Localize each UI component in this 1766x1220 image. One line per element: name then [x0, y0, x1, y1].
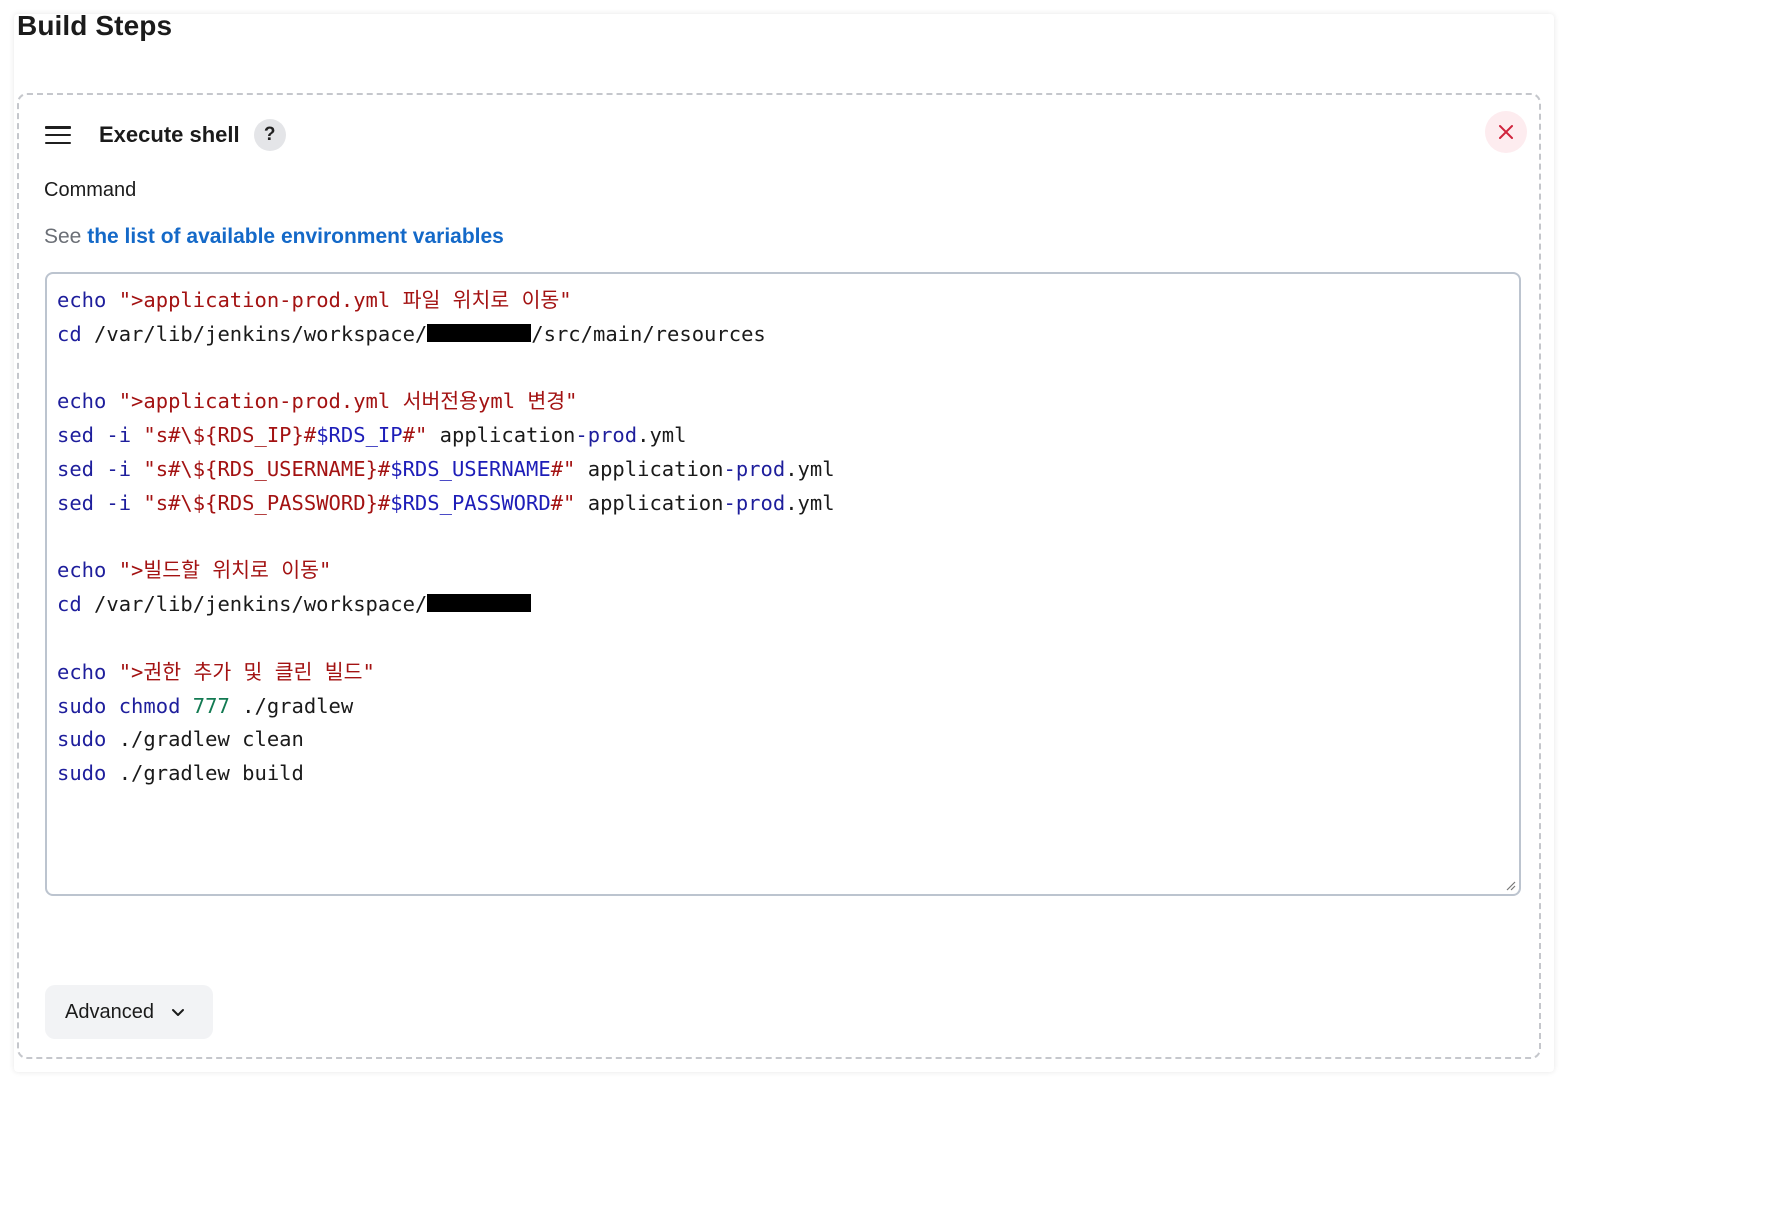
code-line: sudo ./gradlew build: [57, 761, 304, 786]
code-token: sudo: [57, 761, 107, 786]
code-token: echo: [57, 288, 107, 312]
code-line: echo ">권한 추가 및 클린 빌드": [57, 660, 375, 684]
code-token: -prod: [723, 490, 786, 515]
redaction-bar: [427, 323, 532, 342]
code-token: echo: [57, 558, 107, 583]
command-code[interactable]: echo ">application-prod.yml 파일 위치로 이동" c…: [57, 284, 835, 791]
code-token: $RDS_PASSWORD: [390, 490, 551, 515]
code-token: #": [402, 423, 428, 448]
resize-grip-icon[interactable]: [1504, 879, 1516, 891]
close-x-glyph: [1499, 125, 1513, 139]
execute-shell-step: Execute shell ? Command See the list of …: [17, 93, 1541, 1059]
code-line: sed -i "s#\${RDS_IP}#$RDS_IP#" applicati…: [57, 423, 687, 448]
code-token: -prod: [723, 456, 786, 481]
command-label: Command: [44, 179, 137, 201]
step-title: Execute shell: [99, 122, 240, 147]
code-line: echo ">application-prod.yml 파일 위치로 이동": [57, 288, 572, 312]
code-line: sudo chmod 777 ./gradlew: [57, 693, 354, 718]
code-token: $RDS_IP: [316, 423, 403, 448]
code-token: "s#\${RDS_USERNAME}#: [143, 456, 391, 481]
command-editor[interactable]: echo ">application-prod.yml 파일 위치로 이동" c…: [45, 272, 1521, 896]
code-token: sudo: [57, 693, 107, 718]
step-header: Execute shell ?: [45, 117, 286, 153]
code-token: #": [550, 456, 576, 481]
code-token: sudo: [57, 727, 107, 752]
code-token: ">빌드할 위치로 이동": [118, 558, 332, 583]
redaction-bar: [427, 594, 532, 613]
code-line: sed -i "s#\${RDS_PASSWORD}#$RDS_PASSWORD…: [57, 490, 835, 515]
drag-handle-icon[interactable]: [45, 126, 71, 144]
code-line: cd /var/lib/jenkins/workspace/: [57, 592, 532, 617]
code-token: chmod: [118, 693, 181, 718]
code-line: sudo ./gradlew clean: [57, 727, 304, 752]
code-token: #": [550, 490, 576, 515]
code-token: $RDS_USERNAME: [390, 456, 551, 481]
code-line: sed -i "s#\${RDS_USERNAME}#$RDS_USERNAME…: [57, 456, 835, 481]
advanced-button[interactable]: Advanced: [45, 985, 213, 1039]
code-token: echo: [57, 659, 107, 684]
code-token: echo: [57, 389, 107, 414]
code-token: sed: [57, 490, 95, 515]
close-icon[interactable]: [1485, 111, 1527, 153]
code-token: "s#\${RDS_IP}#: [143, 423, 317, 448]
code-token: -prod: [575, 423, 638, 448]
code-line: echo ">빌드할 위치로 이동": [57, 558, 331, 582]
code-token: cd: [57, 321, 82, 346]
code-token: sed: [57, 423, 95, 448]
code-token: 777: [192, 693, 230, 718]
code-token: ">application-prod.yml 서버전용yml 변경": [118, 389, 578, 414]
code-token: sed: [57, 456, 95, 481]
chevron-down-icon: [171, 1009, 184, 1016]
code-token: cd: [57, 592, 82, 617]
env-variables-link[interactable]: the list of available environment variab…: [87, 225, 504, 248]
code-line: echo ">application-prod.yml 서버전용yml 변경": [57, 389, 577, 413]
code-token: -i: [106, 456, 132, 481]
section-title: Build Steps: [17, 10, 173, 41]
env-help-text: See the list of available environment va…: [44, 225, 504, 249]
code-line: cd /var/lib/jenkins/workspace//src/main/…: [57, 321, 766, 346]
see-prefix: See: [44, 225, 82, 248]
code-token: ">권한 추가 및 클린 빌드": [118, 659, 375, 684]
code-token: -i: [106, 490, 132, 515]
code-token: "s#\${RDS_PASSWORD}#: [143, 490, 391, 515]
code-token: -i: [106, 423, 132, 448]
help-icon[interactable]: ?: [253, 119, 286, 151]
code-token: ">application-prod.yml 파일 위치로 이동": [118, 288, 572, 312]
advanced-label: Advanced: [65, 1000, 154, 1023]
